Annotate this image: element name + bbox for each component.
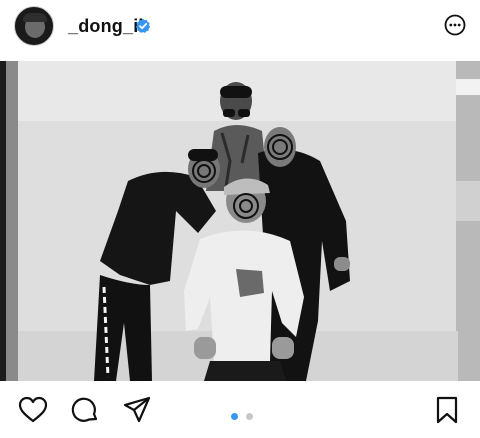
action-bar [0,381,480,438]
carousel-dots [229,407,255,425]
avatar-cap [23,13,47,22]
post-header: _dong_ii [0,0,480,56]
photo-illustration [0,61,480,381]
more-options-icon[interactable] [444,14,466,36]
bookmark-icon[interactable] [432,395,462,425]
verified-badge-icon [135,18,151,33]
avatar[interactable] [14,6,54,46]
post-photo[interactable] [0,61,480,381]
username[interactable]: _dong_ii [68,16,144,37]
carousel-dot [246,413,254,420]
send-icon[interactable] [122,395,152,425]
carousel-dot-active [231,413,238,420]
heart-icon[interactable] [18,395,48,425]
comment-icon[interactable] [70,395,100,425]
